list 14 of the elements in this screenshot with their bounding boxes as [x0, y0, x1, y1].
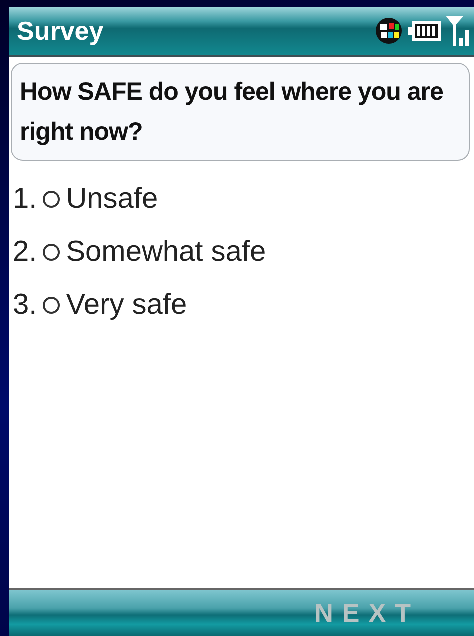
option-number: 3. [13, 289, 38, 322]
radio-button[interactable] [43, 191, 60, 208]
option-label[interactable]: Somewhat safe [66, 236, 266, 269]
option-number: 2. [13, 236, 38, 269]
radio-button[interactable] [43, 244, 60, 261]
option-label[interactable]: Very safe [66, 289, 188, 322]
option-number: 1. [13, 183, 38, 216]
sync-status-icon [374, 16, 404, 46]
battery-icon [408, 20, 442, 42]
question-text: How SAFE do you feel where you are right now? [11, 63, 470, 161]
signal-icon [446, 16, 470, 46]
radio-button[interactable] [43, 297, 60, 314]
option-label[interactable]: Unsafe [66, 183, 158, 216]
window-title: Survey [17, 16, 104, 46]
